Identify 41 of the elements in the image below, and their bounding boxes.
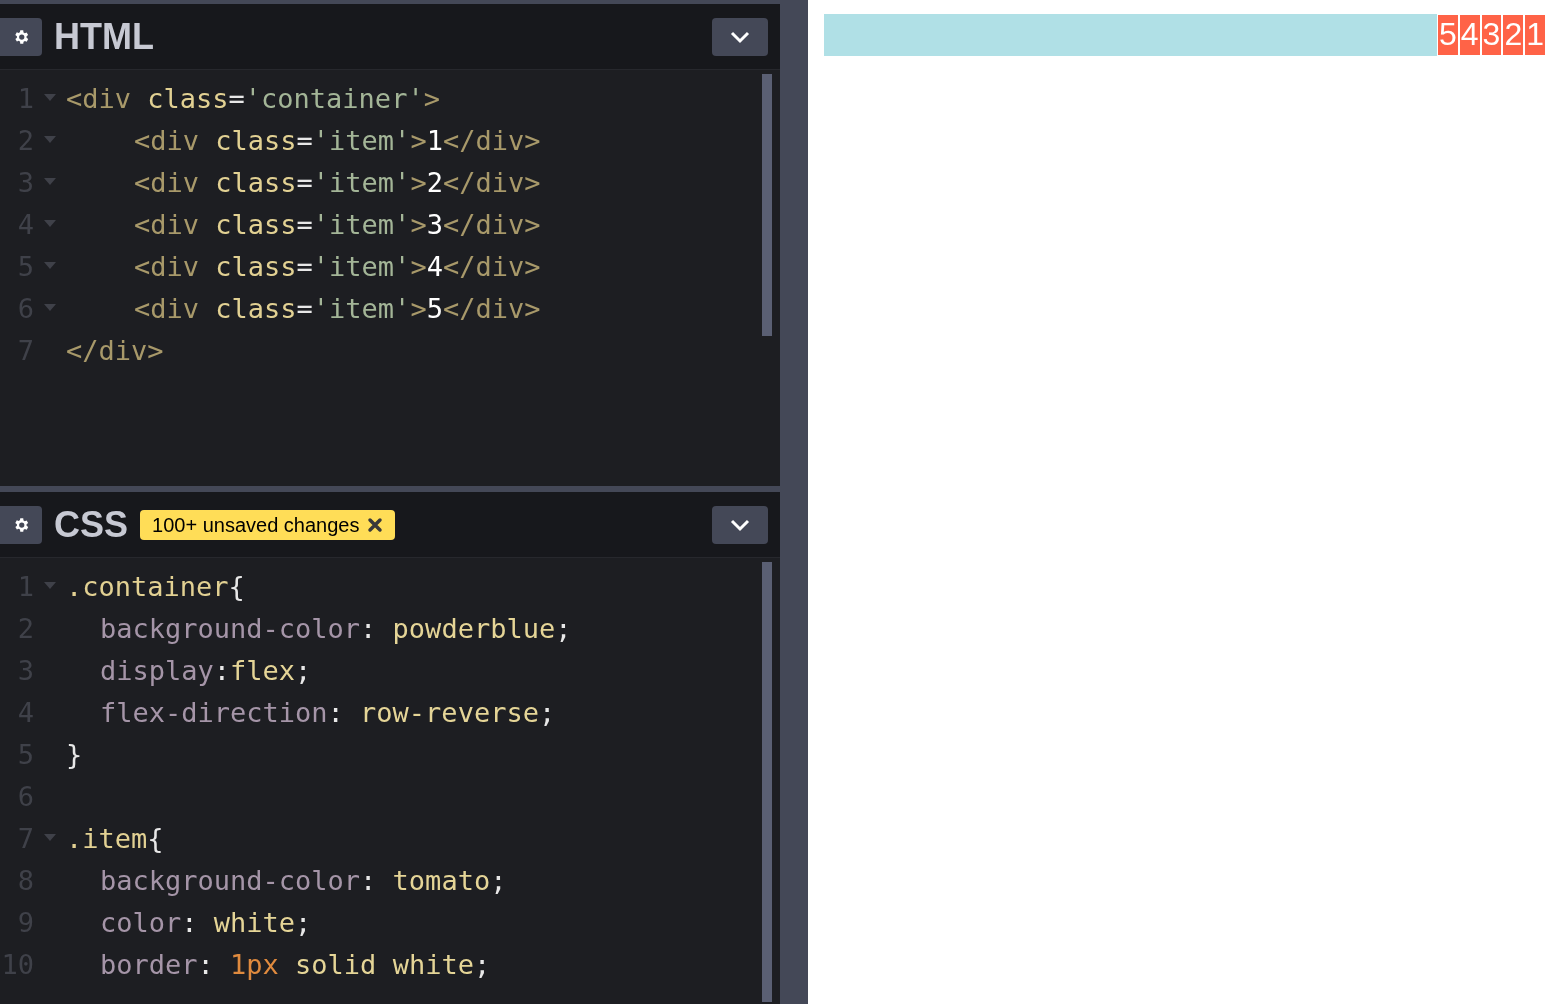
code-line: display:flex; bbox=[99, 653, 312, 688]
flex-item: 2 bbox=[1502, 14, 1525, 56]
close-icon[interactable] bbox=[367, 516, 384, 533]
fold-arrow-icon[interactable] bbox=[44, 136, 56, 144]
code-line: background-color: powderblue; bbox=[99, 611, 572, 646]
editor-title: CSS bbox=[54, 506, 129, 543]
code-line: </div> bbox=[66, 333, 164, 368]
code-line: .container{ bbox=[66, 569, 245, 604]
code-line: } bbox=[66, 737, 83, 772]
fold-arrow-icon[interactable] bbox=[44, 834, 56, 842]
editor-title: HTML bbox=[54, 18, 154, 55]
settings-button[interactable] bbox=[0, 505, 42, 544]
code-line: <div class='container'> bbox=[66, 81, 440, 116]
fold-arrow-icon[interactable] bbox=[44, 220, 56, 228]
chevron-down-icon bbox=[729, 517, 751, 532]
code-line: .item{ bbox=[66, 821, 164, 856]
fold-arrow-icon[interactable] bbox=[44, 304, 56, 312]
code-line: flex-direction: row-reverse; bbox=[99, 695, 556, 730]
flex-item: 4 bbox=[1458, 14, 1481, 56]
code-line: <div class='item'>5</div> bbox=[133, 291, 541, 326]
scrollbar[interactable] bbox=[762, 74, 772, 336]
code-line: <div class='item'>2</div> bbox=[133, 165, 541, 200]
code-line: background-color: tomato; bbox=[99, 863, 507, 898]
code-line: border: 1px solid white; bbox=[99, 947, 491, 982]
fold-arrow-icon[interactable] bbox=[44, 262, 56, 270]
flex-item: 3 bbox=[1480, 14, 1503, 56]
chevron-down-icon bbox=[729, 29, 751, 44]
fold-arrow-icon[interactable] bbox=[44, 582, 56, 590]
flex-item: 1 bbox=[1524, 14, 1546, 56]
code-line: color: white; bbox=[99, 905, 312, 940]
collapse-button[interactable] bbox=[712, 505, 768, 544]
flex-item: 5 bbox=[1437, 14, 1459, 56]
code-line: <div class='item'>4</div> bbox=[133, 249, 541, 284]
scrollbar[interactable] bbox=[762, 562, 772, 1002]
collapse-button[interactable] bbox=[712, 17, 768, 56]
settings-button[interactable] bbox=[0, 17, 42, 56]
code-line: <div class='item'>3</div> bbox=[133, 207, 541, 242]
code-line: <div class='item'>1</div> bbox=[133, 123, 541, 158]
fold-arrow-icon[interactable] bbox=[44, 94, 56, 102]
badge-text: 100+ unsaved changes bbox=[152, 512, 360, 538]
fold-arrow-icon[interactable] bbox=[44, 178, 56, 186]
